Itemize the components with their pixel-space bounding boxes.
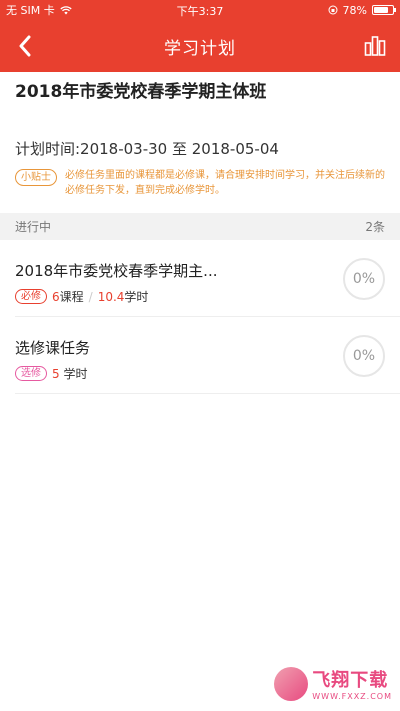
watermark: 飞翔下载 WWW.FXXZ.COM xyxy=(274,666,392,701)
nav-bar: 学习计划 xyxy=(0,20,400,72)
watermark-main: 飞翔下载 xyxy=(312,670,389,691)
battery-fill xyxy=(374,7,389,13)
tip-row: 小贴士 必修任务里面的课程都是必修课，请合理安排时间学习，并关注后续新的必修任务… xyxy=(15,168,385,198)
status-bar: 无 SIM 卡 下午3:37 78% xyxy=(0,0,400,20)
watermark-sub: WWW.FXXZ.COM xyxy=(312,692,392,701)
task-list: 2018年市委党校春季学期主... 必修 6课程 / 10.4学时 0% 选修课… xyxy=(0,240,400,394)
course-count: 6课程 xyxy=(52,288,84,305)
section-label: 进行中 xyxy=(15,220,52,234)
back-button[interactable] xyxy=(10,32,40,60)
task-name: 选修课任务 xyxy=(15,339,91,357)
tip-text: 必修任务里面的课程都是必修课，请合理安排时间学习，并关注后续新的必修任务下发，直… xyxy=(65,170,385,196)
status-time: 下午3:37 xyxy=(176,5,224,18)
plan-time: 计划时间:2018-03-30 至 2018-05-04 xyxy=(15,140,279,158)
top-bar: 无 SIM 卡 下午3:37 78% 学习计划 xyxy=(0,0,400,72)
study-hours-number: 5 xyxy=(52,367,60,381)
study-hours-number: 10.4 xyxy=(97,290,125,304)
tip-badge: 小贴士 xyxy=(15,169,57,186)
chevron-left-icon xyxy=(19,35,31,57)
task-meta: 必修 6课程 / 10.4学时 xyxy=(15,288,148,305)
section-count: 2条 xyxy=(365,220,385,234)
course-title: 2018年市委党校春季学期主体班 xyxy=(15,82,267,102)
required-tag: 必修 xyxy=(15,289,47,304)
study-hours: 5 学时 xyxy=(52,365,87,382)
watermark-logo-icon xyxy=(274,666,309,701)
task-item-elective[interactable]: 选修课任务 选修 5 学时 0% xyxy=(15,317,400,394)
watermark-text: 飞翔下载 WWW.FXXZ.COM xyxy=(312,666,392,701)
task-name: 2018年市委党校春季学期主... xyxy=(15,262,218,280)
battery-icon xyxy=(372,5,396,15)
section-header: 进行中 2条 xyxy=(0,213,400,240)
meta-separator: / xyxy=(88,289,93,304)
elective-tag: 选修 xyxy=(15,366,47,381)
study-hours-unit: 学时 xyxy=(59,367,88,381)
course-count-number: 6 xyxy=(52,290,60,304)
page-title: 学习计划 xyxy=(164,38,236,59)
course-count-unit: 课程 xyxy=(59,290,84,304)
progress-ring: 0% xyxy=(343,258,385,300)
statistics-button[interactable] xyxy=(360,32,390,60)
progress-ring: 0% xyxy=(343,335,385,377)
study-hours: 10.4学时 xyxy=(98,288,149,305)
bar-chart-icon xyxy=(364,36,386,56)
task-item-required[interactable]: 2018年市委党校春季学期主... 必修 6课程 / 10.4学时 0% xyxy=(15,240,400,317)
study-hours-unit: 学时 xyxy=(124,290,149,304)
task-meta: 选修 5 学时 xyxy=(15,365,87,382)
